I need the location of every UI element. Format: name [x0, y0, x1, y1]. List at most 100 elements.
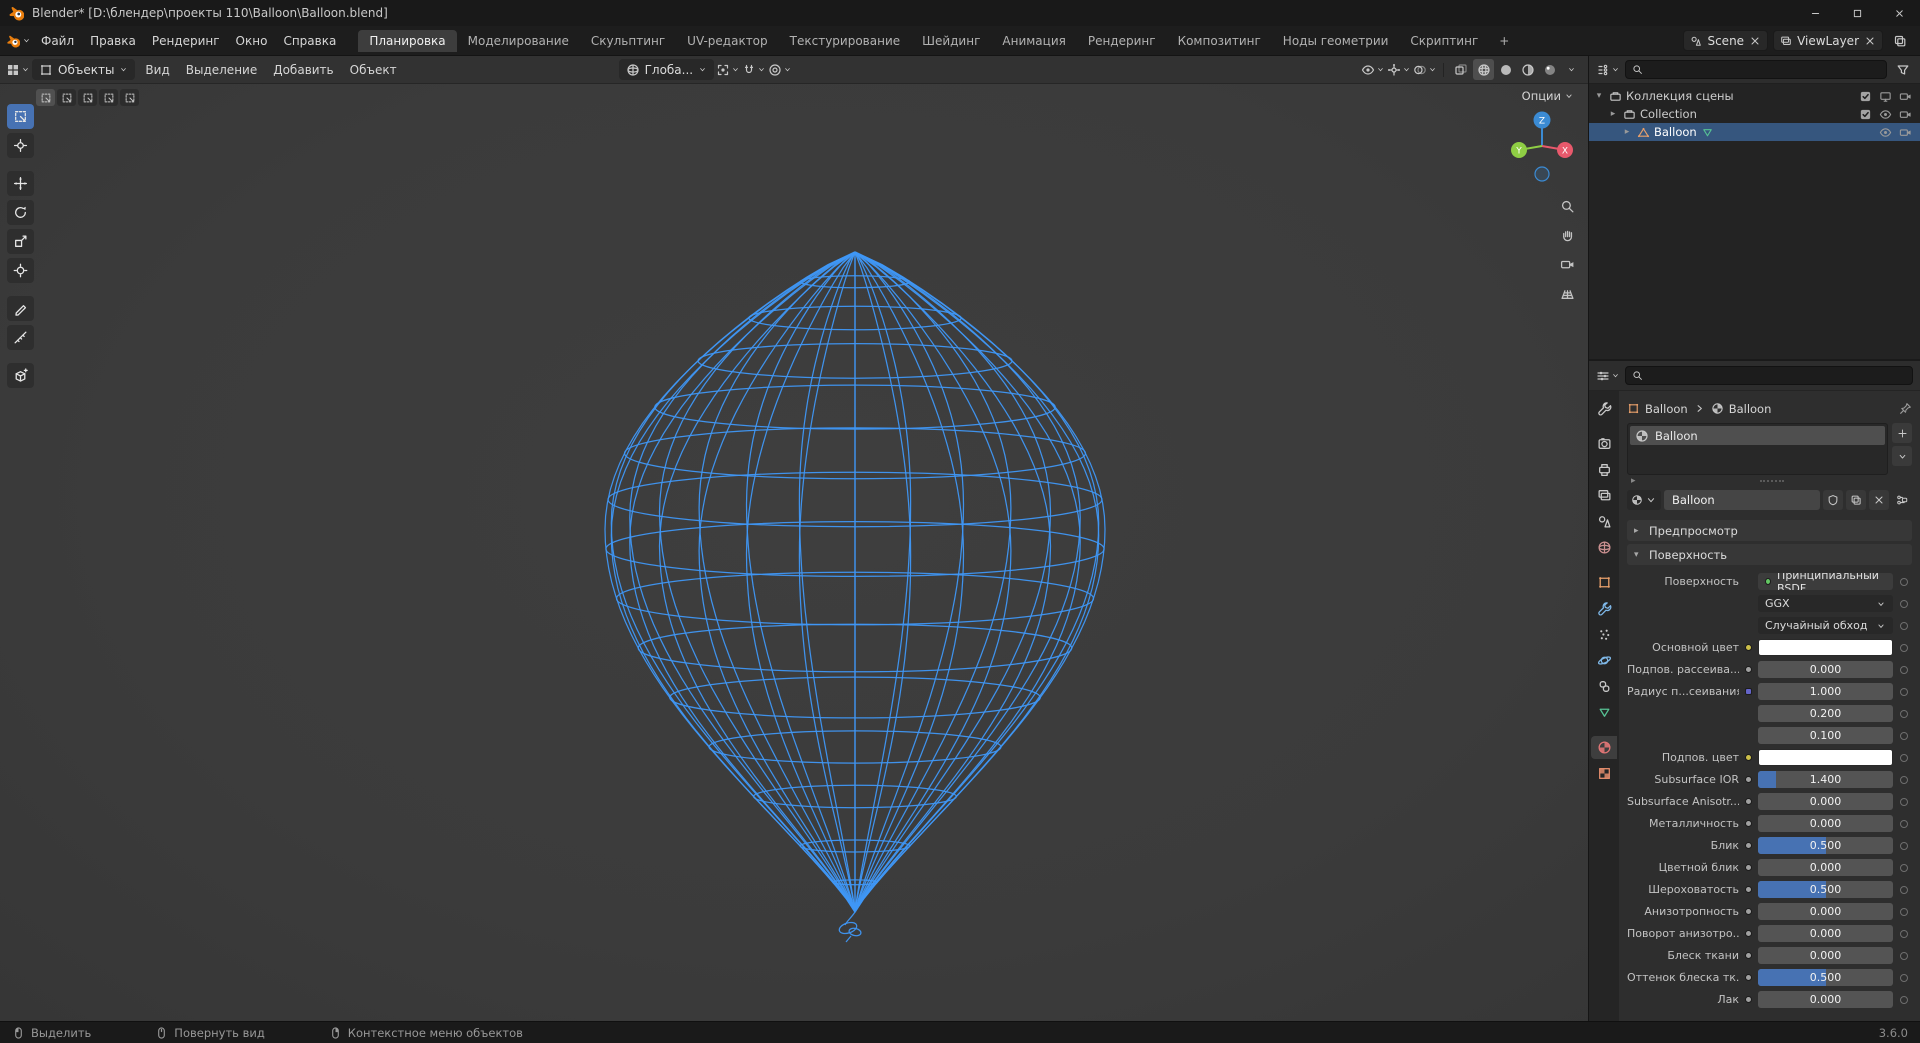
material-slots-list[interactable]: Balloon	[1627, 423, 1888, 475]
close-button[interactable]	[1878, 0, 1920, 26]
camera-icon[interactable]	[1899, 108, 1912, 121]
animate-dot[interactable]	[1900, 951, 1908, 960]
pivot-dropdown[interactable]	[716, 59, 740, 80]
xray-toggle[interactable]	[1450, 59, 1471, 80]
tool-cursor[interactable]	[7, 133, 34, 158]
copy-material-button[interactable]	[1846, 490, 1866, 510]
shading-wireframe-button[interactable]	[1473, 59, 1494, 80]
animate-dot[interactable]	[1900, 973, 1908, 982]
expand-icon[interactable]: ▸	[1607, 109, 1619, 119]
properties-editor-type-button[interactable]	[1596, 365, 1620, 386]
property-field-1[interactable]: 0.000	[1758, 661, 1893, 678]
clear-scene-icon[interactable]	[1749, 35, 1761, 47]
tool-annotate[interactable]	[7, 296, 34, 321]
animate-dot[interactable]	[1900, 841, 1908, 850]
property-field-13[interactable]: 0.000	[1758, 925, 1893, 942]
viewport-options-dropdown[interactable]: Опции	[1522, 89, 1574, 103]
properties-tab-modifiers[interactable]	[1591, 597, 1617, 620]
workspace-tab[interactable]: Скриптинг	[1399, 30, 1489, 52]
properties-tab-physics[interactable]	[1591, 649, 1617, 672]
workspace-tab[interactable]: Текстурирование	[779, 30, 911, 52]
app-menu-item[interactable]: Рендеринг	[144, 31, 228, 51]
tool-add-cube[interactable]	[7, 363, 34, 388]
viewport-menu-item[interactable]: Выделение	[178, 60, 265, 80]
material-slot-row[interactable]: Balloon	[1630, 426, 1885, 445]
pin-icon[interactable]	[1899, 402, 1912, 415]
preview-section-header[interactable]: ▸ Предпросмотр	[1627, 520, 1912, 541]
animate-dot[interactable]	[1900, 709, 1908, 718]
new-viewlayer-button[interactable]	[1888, 30, 1912, 52]
animate-dot[interactable]	[1900, 819, 1908, 828]
animate-dot[interactable]	[1900, 995, 1908, 1004]
properties-tab-texture[interactable]	[1591, 762, 1617, 785]
checkbox-icon[interactable]	[1859, 108, 1872, 121]
property-field-15[interactable]: 0.500	[1758, 969, 1893, 986]
properties-tab-object-data[interactable]	[1591, 701, 1617, 724]
select-mode-extend[interactable]	[57, 89, 76, 106]
workspace-tab[interactable]: Скульптинг	[580, 30, 676, 52]
animate-dot[interactable]	[1900, 885, 1908, 894]
screen-icon[interactable]	[1879, 90, 1892, 103]
property-field-0[interactable]	[1758, 639, 1893, 656]
shading-material-button[interactable]	[1517, 59, 1538, 80]
surface-section-header[interactable]: ▾ Поверхность	[1627, 544, 1912, 565]
app-menu-button[interactable]	[6, 30, 31, 52]
property-field-9[interactable]: 0.500	[1758, 837, 1893, 854]
editor-type-button[interactable]	[6, 59, 30, 80]
outliner-row-collection[interactable]: ▸ Collection	[1589, 105, 1920, 123]
viewport-menu-item[interactable]: Объект	[342, 60, 405, 80]
browse-material-button[interactable]	[1627, 490, 1661, 510]
tool-move[interactable]	[7, 171, 34, 196]
animate-dot[interactable]	[1900, 687, 1908, 696]
properties-search-input[interactable]	[1625, 366, 1913, 385]
tool-scale[interactable]	[7, 229, 34, 254]
animate-dot[interactable]	[1900, 863, 1908, 872]
expand-icon[interactable]: ▾	[1593, 91, 1605, 101]
camera-view-button[interactable]	[1557, 254, 1577, 274]
outliner-search-input[interactable]	[1625, 60, 1887, 79]
eye-icon[interactable]	[1879, 108, 1892, 121]
checkbox-icon[interactable]	[1859, 90, 1872, 103]
tool-rotate[interactable]	[7, 200, 34, 225]
app-menu-item[interactable]: Окно	[228, 31, 276, 51]
add-slot-button[interactable]	[1892, 423, 1912, 443]
workspace-tab[interactable]: Анимация	[991, 30, 1076, 52]
property-field-16[interactable]: 0.000	[1758, 991, 1893, 1008]
breadcrumb-material[interactable]: Balloon	[1729, 402, 1772, 416]
animate-dot[interactable]	[1900, 599, 1908, 608]
property-field-10[interactable]: 0.000	[1758, 859, 1893, 876]
distribution-dropdown[interactable]: GGX	[1758, 595, 1893, 612]
workspace-tab[interactable]: Ноды геометрии	[1272, 30, 1400, 52]
tool-transform[interactable]	[7, 258, 34, 283]
viewlayer-selector[interactable]: ViewLayer	[1773, 30, 1883, 51]
gizmos-dropdown[interactable]	[1387, 59, 1411, 80]
animate-dot[interactable]	[1900, 929, 1908, 938]
app-menu-item[interactable]: Файл	[33, 31, 82, 51]
animate-dot[interactable]	[1900, 753, 1908, 762]
workspace-tab[interactable]: Рендеринг	[1077, 30, 1167, 52]
clear-viewlayer-icon[interactable]	[1864, 35, 1876, 47]
workspace-tab[interactable]: Композитинг	[1167, 30, 1272, 52]
material-name-field[interactable]: Balloon	[1664, 490, 1820, 510]
proportional-edit-dropdown[interactable]	[768, 59, 792, 80]
navigation-gizmo[interactable]: Z X Y	[1500, 104, 1584, 188]
unlink-material-button[interactable]	[1869, 490, 1889, 510]
slot-list-grip[interactable]: ▸	[1627, 475, 1912, 487]
app-menu-item[interactable]: Справка	[275, 31, 344, 51]
animate-dot[interactable]	[1900, 665, 1908, 674]
animate-dot[interactable]	[1900, 797, 1908, 806]
slot-specials-button[interactable]	[1892, 446, 1912, 466]
minimize-button[interactable]	[1794, 0, 1836, 26]
property-field-8[interactable]: 0.000	[1758, 815, 1893, 832]
maximize-button[interactable]	[1836, 0, 1878, 26]
balloon-wireframe-object[interactable]	[0, 84, 1588, 1021]
surface-shader-button[interactable]: Принципиальный BSDF	[1758, 573, 1893, 590]
app-menu-item[interactable]: Правка	[82, 31, 144, 51]
select-mode-subtract[interactable]	[78, 89, 97, 106]
overlays-dropdown[interactable]	[1413, 59, 1437, 80]
fake-user-button[interactable]	[1823, 490, 1843, 510]
out liner-filter-button[interactable]	[1892, 59, 1913, 80]
shading-solid-button[interactable]	[1495, 59, 1516, 80]
shading-dropdown[interactable]	[1561, 59, 1582, 80]
properties-tab-scene[interactable]	[1591, 510, 1617, 533]
